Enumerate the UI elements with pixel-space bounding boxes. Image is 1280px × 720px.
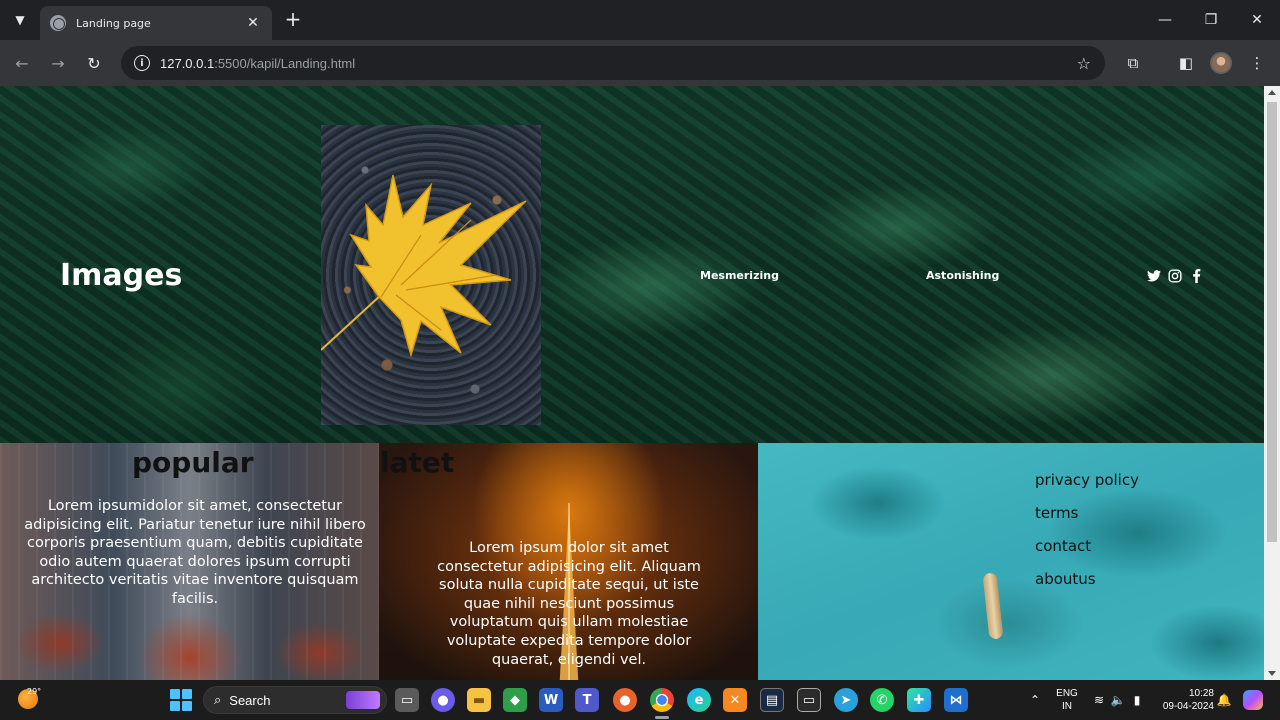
chrome-active-indicator (655, 716, 669, 719)
store-app-icon[interactable]: ◆ (503, 688, 527, 712)
tab-search-chevron-icon[interactable]: ▼ (8, 8, 32, 32)
boat-image (982, 572, 1004, 640)
vscode-icon[interactable]: ⋈ (944, 688, 968, 712)
globe-favicon-icon (50, 15, 66, 31)
close-window-icon[interactable]: ✕ (1234, 0, 1280, 40)
popular-card: popular Lorem ipsumidolor sit amet, cons… (0, 443, 379, 680)
bookmark-star-icon[interactable]: ☆ (1077, 54, 1091, 73)
new-tab-plus-icon[interactable]: + (282, 9, 304, 31)
tab-landing-page[interactable]: Landing page ✕ (40, 6, 272, 40)
taskbar-search[interactable]: ⌕ Search (203, 686, 387, 714)
forward-arrow-icon[interactable]: → (46, 51, 70, 75)
system-clock[interactable]: 10:28 09-04-2024 (1154, 687, 1214, 713)
popular-text: Lorem ipsumidolor sit amet, consectetur … (24, 498, 366, 607)
back-arrow-icon[interactable]: ← (10, 51, 34, 75)
taskbar: 29° ⌕ Search ▭ ● ▬ ◆ W T ● e ✕ ▤ ▭ ➤ ✆ ✚… (0, 680, 1280, 720)
search-icon: ⌕ (214, 692, 222, 708)
notification-bell-icon[interactable]: 🔔 (1216, 680, 1232, 720)
restore-icon[interactable]: ❐ (1188, 0, 1234, 40)
hero-title: Images (60, 258, 183, 293)
reload-icon[interactable]: ↻ (82, 51, 106, 75)
search-highlight-icon (346, 691, 380, 709)
show-hidden-icons-chevron-icon[interactable]: ⌃ (1027, 680, 1043, 720)
menu-kebab-icon[interactable]: ⋮ (1245, 51, 1269, 75)
latest-text: Lorem ipsum dolor sit amet consectetur a… (437, 540, 701, 668)
teams-icon[interactable]: T (575, 688, 599, 712)
url-path: :5500/kapil/Landing.html (214, 55, 356, 71)
hero-section: Images Mesmerizing Astonishing (0, 86, 1264, 443)
address-bar[interactable]: i 127.0.0.1:5500/kapil/Landing.html ☆ (121, 46, 1105, 80)
tab-strip: ▼ Landing page ✕ + — ❐ ✕ (0, 0, 1280, 40)
battery-icon[interactable]: ▮ (1129, 680, 1145, 720)
links-card: privacy policy terms contact aboutus (758, 443, 1264, 680)
telegram-icon[interactable]: ➤ (834, 688, 858, 712)
klack-app-icon[interactable]: ✚ (907, 688, 931, 712)
wifi-icon[interactable]: ≋ (1091, 680, 1107, 720)
extensions-puzzle-icon[interactable]: ⧉ (1121, 51, 1145, 75)
input-language[interactable]: ENG IN (1054, 687, 1080, 713)
chrome-icon[interactable] (650, 688, 674, 712)
link-privacy-policy[interactable]: privacy policy (1035, 471, 1139, 491)
footer-links: privacy policy terms contact aboutus (1035, 471, 1139, 603)
firefox-icon[interactable]: ● (613, 688, 637, 712)
mysql-workbench-icon[interactable]: ▤ (760, 688, 784, 712)
page-scrollbar[interactable] (1264, 86, 1280, 680)
chat-icon[interactable]: ● (431, 688, 455, 712)
scrollbar-thumb[interactable] (1267, 102, 1277, 542)
whatsapp-icon[interactable]: ✆ (870, 688, 894, 712)
search-label: Search (229, 692, 271, 708)
volume-icon[interactable]: 🔈 (1110, 680, 1126, 720)
lang-line-2: IN (1062, 701, 1072, 712)
link-terms[interactable]: terms (1035, 504, 1139, 524)
latest-card: latet Lorem ipsum dolor sit amet consect… (379, 443, 758, 680)
page-viewport: Images Mesmerizing Astonishing popular L… (0, 86, 1264, 680)
popular-heading: popular (132, 446, 254, 479)
scroll-down-arrow-icon[interactable] (1268, 671, 1276, 676)
lang-line-1: ENG (1056, 688, 1078, 699)
nav-link-mesmerizing[interactable]: Mesmerizing (700, 269, 779, 282)
link-aboutus[interactable]: aboutus (1035, 570, 1139, 590)
word-icon[interactable]: W (539, 688, 563, 712)
minimize-icon[interactable]: — (1142, 0, 1188, 40)
copilot-icon[interactable] (1243, 690, 1263, 710)
side-panel-icon[interactable]: ◧ (1174, 51, 1198, 75)
latest-heading: latet (380, 446, 455, 479)
terminal-window-icon[interactable]: ▭ (797, 688, 821, 712)
xampp-icon[interactable]: ✕ (723, 688, 747, 712)
profile-avatar[interactable] (1210, 52, 1232, 74)
url-text[interactable]: 127.0.0.1:5500/kapil/Landing.html (160, 56, 1077, 71)
url-host: 127.0.0.1 (160, 55, 215, 71)
file-explorer-icon[interactable]: ▬ (467, 688, 491, 712)
tab-title: Landing page (76, 16, 151, 30)
nav-link-astonishing[interactable]: Astonishing (926, 269, 999, 282)
yellow-leaf-photo (321, 125, 541, 425)
maple-leaf-illustration (321, 174, 527, 358)
tab-close-icon[interactable]: ✕ (244, 15, 262, 31)
facebook-icon[interactable] (1188, 268, 1204, 284)
link-contact[interactable]: contact (1035, 537, 1139, 557)
clock-time: 10:28 (1188, 688, 1214, 699)
edge-icon[interactable]: e (687, 688, 711, 712)
browser-toolbar: ← → ↻ i 127.0.0.1:5500/kapil/Landing.htm… (0, 40, 1280, 86)
start-windows-icon[interactable] (170, 689, 192, 711)
weather-temperature: 29° (27, 687, 42, 696)
twitter-icon[interactable] (1146, 268, 1162, 284)
scroll-up-arrow-icon[interactable] (1268, 90, 1276, 95)
task-view-icon[interactable]: ▭ (395, 688, 419, 712)
site-info-icon[interactable]: i (134, 55, 150, 71)
clock-date: 09-04-2024 (1162, 701, 1214, 712)
instagram-icon[interactable] (1167, 268, 1183, 284)
